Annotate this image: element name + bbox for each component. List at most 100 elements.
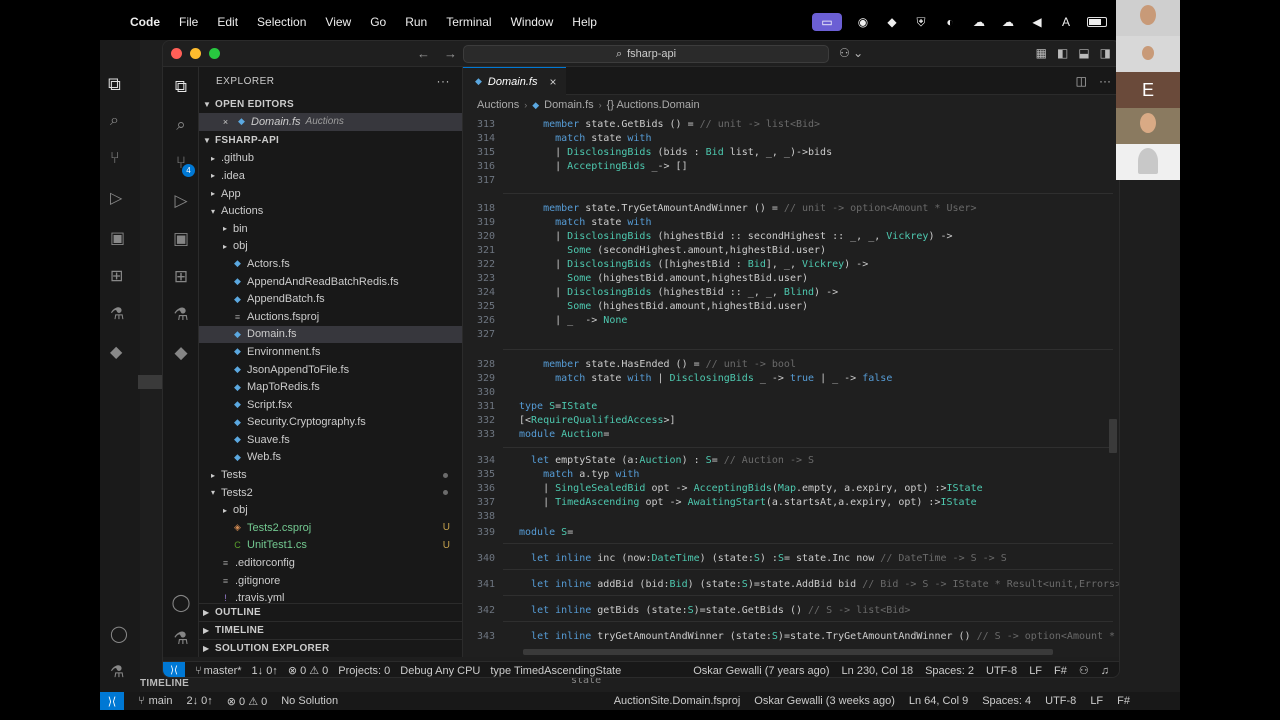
back-branch[interactable]: main xyxy=(149,695,173,707)
remote-explorer-icon[interactable]: ▣ xyxy=(169,227,193,251)
tree-item[interactable]: ◆ Domain.fs xyxy=(199,325,462,344)
notifications-icon[interactable]: ♫ xyxy=(1101,665,1109,677)
tree-item[interactable]: ▸ .github xyxy=(199,150,462,168)
menu-app-name[interactable]: Code xyxy=(130,15,160,29)
gitlens-icon[interactable]: ◆ xyxy=(169,341,193,365)
search-icon[interactable]: ⌕ xyxy=(169,113,193,137)
horizontal-scrollbar[interactable] xyxy=(523,649,1053,655)
status-encoding[interactable]: UTF-8 xyxy=(986,665,1017,677)
source-control-icon[interactable]: ⑂ xyxy=(110,150,120,168)
extensions-icon[interactable]: ⊞ xyxy=(110,266,123,286)
status-eol[interactable]: LF xyxy=(1029,665,1042,677)
flask-icon[interactable]: ⚗ xyxy=(110,662,124,682)
tree-item[interactable]: ◆ Security.Cryptography.fs xyxy=(199,414,462,432)
run-debug-icon[interactable]: ▷ xyxy=(169,189,193,213)
screen-share-icon[interactable]: ▭ xyxy=(812,13,842,31)
files-icon[interactable]: ⧉ xyxy=(108,74,121,95)
minimize-window-button[interactable] xyxy=(190,48,201,59)
testing-icon[interactable]: ⚗ xyxy=(169,303,193,327)
volume-icon[interactable]: ◀ xyxy=(1029,15,1045,29)
extensions-icon[interactable]: ⊞ xyxy=(169,265,193,289)
status-projects[interactable]: Projects: 0 xyxy=(338,665,390,677)
menu-run[interactable]: Run xyxy=(405,15,427,29)
toggle-panel-icon[interactable]: ⬓ xyxy=(1078,46,1089,60)
split-editor-icon[interactable]: ◫ xyxy=(1076,74,1087,88)
video-participant-1[interactable] xyxy=(1116,0,1180,36)
back-problems[interactable]: ⊗ 0 ⚠ 0 xyxy=(227,695,267,708)
open-editors-section[interactable]: ▼ OPEN EDITORS xyxy=(199,95,462,113)
tree-item[interactable]: ◆ Web.fs xyxy=(199,449,462,467)
search-icon[interactable]: ⌕ xyxy=(110,112,119,130)
project-section[interactable]: ▼ FSHARP-API xyxy=(199,132,462,150)
background-timeline-label[interactable]: TIMELINE xyxy=(140,678,189,689)
remote-explorer-icon[interactable]: ▣ xyxy=(110,228,125,248)
tree-item[interactable]: ◆ Script.fsx xyxy=(199,396,462,414)
status-blame[interactable]: Oskar Gewalli (7 years ago) xyxy=(693,665,829,677)
close-icon[interactable]: × xyxy=(219,117,232,127)
menu-help[interactable]: Help xyxy=(572,15,597,29)
forward-arrow-icon[interactable]: → xyxy=(444,46,457,61)
menu-selection[interactable]: Selection xyxy=(257,15,306,29)
back-spaces[interactable]: Spaces: 4 xyxy=(982,695,1031,707)
shield-icon[interactable]: ⛨ xyxy=(913,15,929,29)
status-problems[interactable]: ⊗ 0 ⚠ 0 xyxy=(288,664,328,677)
close-window-button[interactable] xyxy=(171,48,182,59)
remote-icon[interactable]: ⟩⟨ xyxy=(163,661,185,677)
back-eol[interactable]: LF xyxy=(1090,695,1103,707)
tree-item[interactable]: ▸ obj xyxy=(199,501,462,519)
open-editor-item[interactable]: × ◆ Domain.fs Auctions xyxy=(199,113,462,131)
outline-section[interactable]: ▶ OUTLINE xyxy=(199,603,463,621)
close-tab-icon[interactable]: × xyxy=(549,75,556,89)
source-control-icon[interactable]: ⑂ 4 xyxy=(169,151,195,177)
layout-icon[interactable]: ▦ xyxy=(1036,46,1047,60)
dropbox-icon[interactable]: ◆ xyxy=(884,15,900,29)
toggle-sidebar-icon[interactable]: ◧ xyxy=(1057,46,1068,60)
more-actions-icon[interactable]: ··· xyxy=(437,74,451,88)
status-type-info[interactable]: type TimedAscendingState xyxy=(490,665,621,677)
gitlens-icon[interactable]: ◆ xyxy=(110,342,122,362)
menu-file[interactable]: File xyxy=(179,15,198,29)
cloud-icon[interactable]: ☁ xyxy=(971,15,987,29)
testing-icon[interactable]: ⚗ xyxy=(110,304,124,324)
back-blame[interactable]: Oskar Gewalli (3 weeks ago) xyxy=(754,695,895,707)
record-icon[interactable]: ◉ xyxy=(855,15,871,29)
tree-item[interactable]: ≡ .gitignore xyxy=(199,572,462,590)
command-center[interactable]: ⌕ fsharp-api xyxy=(463,45,829,63)
more-actions-icon[interactable]: ··· xyxy=(1099,74,1111,88)
accessibility-icon[interactable]: A xyxy=(1058,15,1074,29)
status-spaces[interactable]: Spaces: 2 xyxy=(925,665,974,677)
menu-window[interactable]: Window xyxy=(511,15,554,29)
menu-view[interactable]: View xyxy=(325,15,351,29)
solution-explorer-section[interactable]: ▶ SOLUTION EXPLORER xyxy=(199,639,463,657)
tree-item[interactable]: ◆ MapToRedis.fs xyxy=(199,378,462,396)
remote-icon[interactable]: ⟩⟨ xyxy=(100,692,124,710)
tree-item[interactable]: ▾ Auctions xyxy=(199,202,462,220)
tree-item[interactable]: ▸ Tests xyxy=(199,466,462,484)
back-position[interactable]: Ln 64, Col 9 xyxy=(909,695,968,707)
tree-item[interactable]: ◈ Tests2.csproj U xyxy=(199,519,462,537)
status-sync[interactable]: 1↓ 0↑ xyxy=(252,665,278,677)
run-debug-icon[interactable]: ▷ xyxy=(110,188,122,208)
tab-domain-fs[interactable]: ◆ Domain.fs × xyxy=(463,67,567,95)
battery-icon[interactable] xyxy=(1087,17,1107,27)
account-icon[interactable]: ◯ xyxy=(110,624,128,644)
explorer-icon[interactable]: ⧉ xyxy=(169,75,193,99)
tree-item[interactable]: ◆ AppendBatch.fs xyxy=(199,290,462,308)
status-position[interactable]: Ln 230, Col 18 xyxy=(842,665,914,677)
tree-item[interactable]: ≡ .editorconfig xyxy=(199,554,462,572)
menu-edit[interactable]: Edit xyxy=(217,15,238,29)
status-language[interactable]: F# xyxy=(1054,665,1067,677)
back-arrow-icon[interactable]: ← xyxy=(417,46,430,61)
cloud-sync-icon[interactable]: ☁ xyxy=(1000,15,1016,29)
timeline-section[interactable]: ▶ TIMELINE xyxy=(199,621,463,639)
account-icon[interactable]: ◯ xyxy=(169,591,193,615)
zoom-window-button[interactable] xyxy=(209,48,220,59)
breadcrumb-folder[interactable]: Auctions xyxy=(477,99,519,111)
menu-go[interactable]: Go xyxy=(370,15,386,29)
video-participant-5[interactable] xyxy=(1116,144,1180,180)
tree-item[interactable]: ≡ Auctions.fsproj xyxy=(199,308,462,326)
copilot-status-icon[interactable]: ⚇ xyxy=(1079,664,1089,677)
tree-item[interactable]: ▸ App xyxy=(199,185,462,203)
puzzle-icon[interactable]: ◐ xyxy=(942,15,958,29)
video-participant-2[interactable] xyxy=(1116,36,1180,72)
